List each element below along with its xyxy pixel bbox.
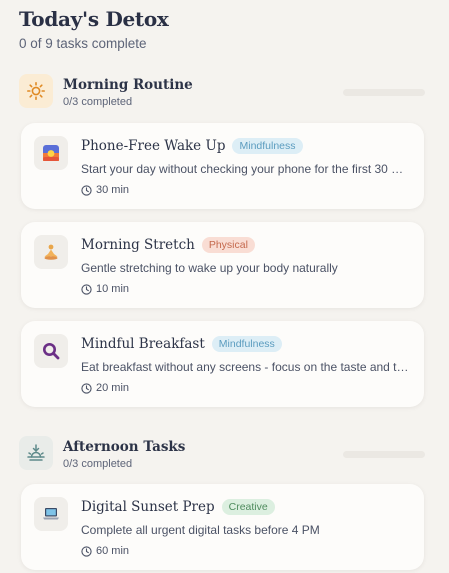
laptop-icon xyxy=(34,497,68,531)
clock-icon xyxy=(81,382,92,394)
duration-label: 20 min xyxy=(96,382,130,394)
task-card[interactable]: Morning Stretch Physical Gentle stretchin… xyxy=(21,222,424,308)
task-title: Phone-Free Wake Up xyxy=(81,138,226,154)
section-header-afternoon[interactable]: Afternoon Tasks 0/3 completed xyxy=(19,436,429,472)
task-description: Start your day without checking your pho… xyxy=(81,162,413,176)
task-description: Complete all urgent digital tasks before… xyxy=(81,523,320,537)
sun-icon xyxy=(19,74,53,108)
magnifier-icon xyxy=(34,334,68,368)
section-count: 0/3 completed xyxy=(63,96,133,108)
category-tag: Mindfulness xyxy=(211,336,282,352)
tasks-progress-text: 0 of 9 tasks complete xyxy=(19,36,147,51)
duration-label: 10 min xyxy=(96,283,130,295)
sunrise-icon xyxy=(34,136,68,170)
section-count: 0/3 completed xyxy=(63,458,133,470)
section-title: Afternoon Tasks xyxy=(63,439,186,455)
task-card[interactable]: Digital Sunset Prep Creative Complete all… xyxy=(21,484,424,570)
task-title: Digital Sunset Prep xyxy=(81,499,215,515)
page-title: Today's Detox xyxy=(19,7,169,31)
meditation-icon xyxy=(34,235,68,269)
task-duration: 10 min xyxy=(81,283,129,295)
section-progress-bar xyxy=(343,451,425,458)
task-duration: 60 min xyxy=(81,545,129,557)
duration-label: 30 min xyxy=(96,184,130,196)
task-title: Mindful Breakfast xyxy=(81,336,205,352)
duration-label: 60 min xyxy=(96,545,130,557)
task-description: Eat breakfast without any screens - focu… xyxy=(81,360,413,374)
task-duration: 20 min xyxy=(81,382,129,394)
clock-icon xyxy=(81,184,92,196)
task-description: Gentle stretching to wake up your body n… xyxy=(81,261,338,275)
task-card[interactable]: Phone-Free Wake Up Mindfulness Start your… xyxy=(21,123,424,209)
section-progress-bar xyxy=(343,89,425,96)
task-duration: 30 min xyxy=(81,184,129,196)
section-header-morning[interactable]: Morning Routine 0/3 completed xyxy=(19,74,429,110)
category-tag: Mindfulness xyxy=(232,138,303,154)
task-card[interactable]: Mindful Breakfast Mindfulness Eat breakfa… xyxy=(21,321,424,407)
category-tag: Creative xyxy=(221,499,275,515)
section-title: Morning Routine xyxy=(63,77,193,93)
category-tag: Physical xyxy=(201,237,255,253)
clock-icon xyxy=(81,545,92,557)
sunset-icon xyxy=(19,436,53,470)
clock-icon xyxy=(81,283,92,295)
task-title: Morning Stretch xyxy=(81,237,195,253)
